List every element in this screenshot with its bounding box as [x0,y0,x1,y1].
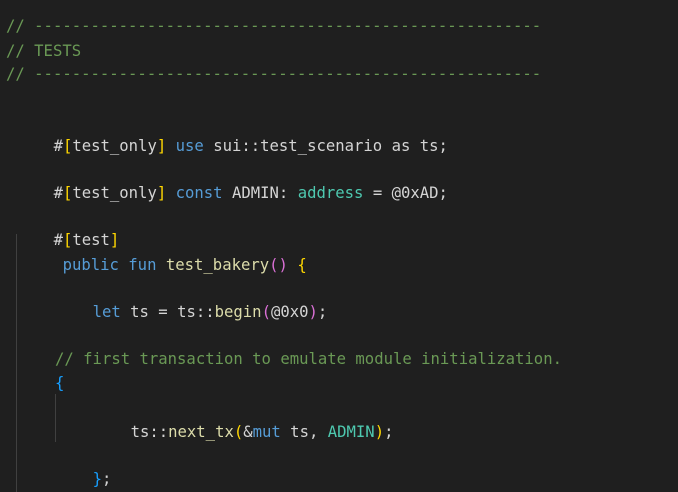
attr-name: test_only [72,137,157,155]
attr-open-bracket: [ [63,184,72,202]
code-line-use-test-scenario: #[test_only] use sui::test_scenario as t… [16,110,448,134]
code-line-next-tx: ts::next_tx(&mut ts, ADMIN); [93,396,393,420]
alias-name: ts; [420,137,448,155]
attr-close-bracket: ] [157,137,166,155]
let-binding: ts = ts:: [130,303,215,321]
arg-ts: ts, [281,423,328,441]
attr-hash: # [54,137,63,155]
code-line-comment-rule: // -------------------------------------… [6,62,541,86]
code-line-comment-tests: // TESTS [6,39,81,63]
attr-close-bracket: ] [157,184,166,202]
code-line-fun-signature: public fun test_bakery() { [25,229,307,253]
open-paren: ( [262,303,271,321]
keyword-let: let [93,303,121,321]
keyword-mut: mut [253,423,281,441]
close-paren: ) [375,423,384,441]
const-name: ADMIN: [232,184,288,202]
close-paren: ) [309,303,318,321]
call-next-tx: next_tx [168,423,234,441]
fun-open-brace: { [297,256,306,274]
indent-guide [55,394,56,442]
semicolon: ; [102,470,111,488]
code-line-let-ts: let ts = ts::begin(@0x0); [55,276,327,300]
namespace: ts:: [131,423,169,441]
arg-admin: ADMIN [328,423,375,441]
const-value: = @0xAD; [373,184,448,202]
block-close-brace: } [93,470,102,488]
semicolon: ; [384,423,393,441]
code-editor[interactable]: // -------------------------------------… [0,0,678,492]
attr-hash: # [54,184,63,202]
type-address: address [298,184,364,202]
function-name: test_bakery [166,256,269,274]
open-paren: ( [234,423,243,441]
attr-open-bracket: [ [63,137,72,155]
fun-parens: () [269,256,288,274]
address-literal: @0x0 [271,303,309,321]
keyword-const: const [176,184,223,202]
ampersand: & [243,423,252,441]
keyword-fun: fun [128,256,156,274]
code-line-block-open: { [55,371,64,395]
keyword-public: public [63,256,119,274]
keyword-as: as [392,137,411,155]
code-line-block-close: }; [55,443,111,467]
code-line-comment-first-tx: // first transaction to emulate module i… [55,347,562,371]
code-line-test-attr: #[test] [16,204,119,228]
semicolon: ; [318,303,327,321]
code-line-const-admin: #[test_only] const ADMIN: address = @0xA… [16,157,448,181]
call-begin: begin [215,303,262,321]
module-path: sui::test_scenario [213,137,382,155]
code-line-comment-rule: // -------------------------------------… [6,14,541,38]
keyword-use: use [176,137,204,155]
attr-name: test_only [72,184,157,202]
